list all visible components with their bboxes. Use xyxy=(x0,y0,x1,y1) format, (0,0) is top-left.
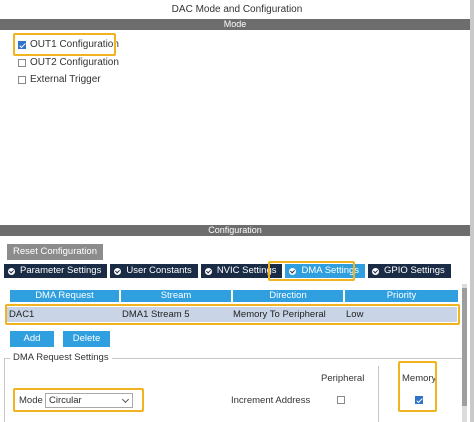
configuration-header: Configuration xyxy=(0,225,470,236)
highlight-dma-row xyxy=(5,304,460,325)
configuration-tabs: Parameter Settings User Constants NVIC S… xyxy=(4,264,454,278)
config-scrollbar[interactable] xyxy=(462,284,467,422)
peripheral-label: Peripheral xyxy=(321,373,365,384)
highlight-dma-tab xyxy=(268,261,355,281)
out2-checkbox[interactable] xyxy=(18,59,26,67)
column-header-stream[interactable]: Stream xyxy=(121,290,231,302)
column-header-priority[interactable]: Priority xyxy=(345,290,458,302)
reset-configuration-button[interactable]: Reset Configuration xyxy=(7,244,103,260)
out2-label: OUT2 Configuration xyxy=(30,57,119,68)
external-trigger-label: External Trigger xyxy=(30,74,101,85)
highlight-out1 xyxy=(13,33,116,56)
tab-gpio-settings[interactable]: GPIO Settings xyxy=(368,264,451,278)
tab-user-constants[interactable]: User Constants xyxy=(110,264,198,278)
check-circle-icon xyxy=(204,267,212,275)
external-trigger-option[interactable]: External Trigger xyxy=(18,73,101,87)
highlight-mode xyxy=(13,388,144,412)
window-title: DAC Mode and Configuration xyxy=(171,4,303,15)
highlight-memory xyxy=(398,361,437,412)
out2-configuration-option[interactable]: OUT2 Configuration xyxy=(18,56,119,70)
tab-parameter-settings[interactable]: Parameter Settings xyxy=(4,264,108,278)
add-button[interactable]: Add xyxy=(10,331,54,347)
increment-address-label: Increment Address xyxy=(231,395,311,406)
column-divider xyxy=(378,366,379,422)
window-scrollbar[interactable] xyxy=(470,0,474,422)
peripheral-increment-checkbox[interactable] xyxy=(337,396,345,404)
tab-label: User Constants xyxy=(126,265,192,276)
mode-header: Mode xyxy=(0,19,470,30)
tab-label: Parameter Settings xyxy=(20,265,102,276)
tab-label: GPIO Settings xyxy=(384,265,445,276)
delete-button[interactable]: Delete xyxy=(63,331,110,347)
check-circle-icon xyxy=(8,267,15,275)
dma-request-settings-title: DMA Request Settings xyxy=(10,352,112,364)
external-trigger-checkbox[interactable] xyxy=(18,76,26,84)
scrollbar-thumb[interactable] xyxy=(462,288,467,406)
column-header-dma-request[interactable]: DMA Request xyxy=(10,290,119,302)
check-circle-icon xyxy=(114,267,122,275)
check-circle-icon xyxy=(372,267,380,275)
column-header-direction[interactable]: Direction xyxy=(233,290,343,302)
